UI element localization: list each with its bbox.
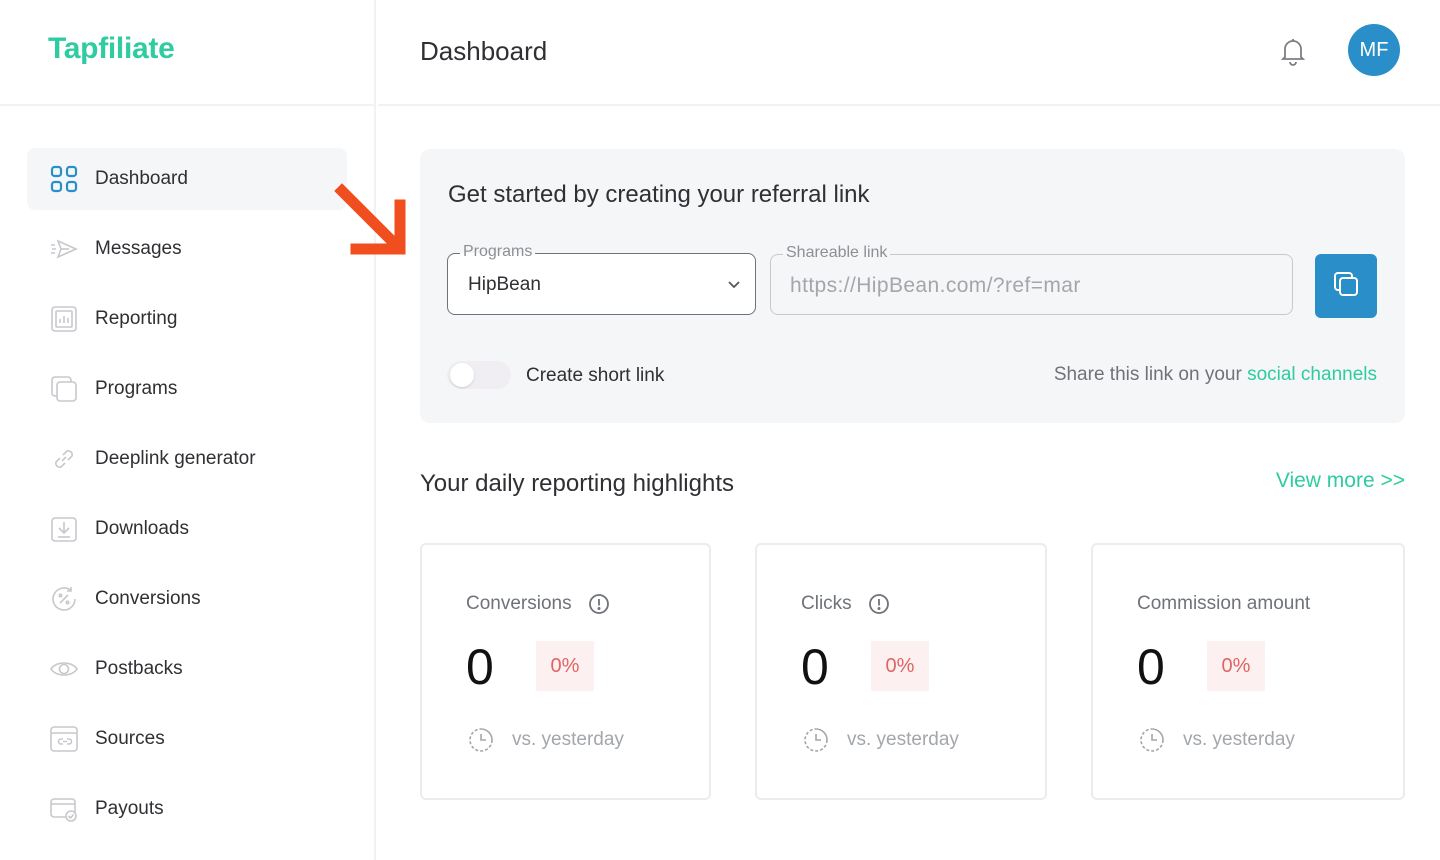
arrow-annotation-icon	[334, 183, 410, 259]
metric-label: Conversions	[466, 593, 610, 615]
metric-value: 0	[466, 639, 494, 695]
chevron-down-icon	[727, 277, 741, 291]
copy-link-button[interactable]	[1315, 254, 1377, 318]
grid-icon	[49, 164, 79, 194]
metric-comparison-text: vs. yesterday	[512, 729, 624, 750]
metric-value: 0	[1137, 639, 1165, 695]
share-hint-text: Share this link on your	[1053, 364, 1248, 385]
stacked-pages-icon	[49, 374, 79, 404]
toggle-knob	[450, 363, 474, 387]
bell-icon[interactable]	[1278, 36, 1308, 66]
sidebar-item-label: Postbacks	[95, 658, 183, 679]
metric-delta-badge: 0%	[536, 641, 594, 691]
sidebar-item-label: Programs	[95, 378, 178, 399]
metric-delta-badge: 0%	[871, 641, 929, 691]
info-icon[interactable]	[588, 593, 610, 615]
metric-card-conversions: Conversions 0 0% vs. yesterday	[420, 543, 711, 800]
programs-select[interactable]: Programs HipBean	[447, 243, 756, 315]
metric-comparison-text: vs. yesterday	[847, 729, 959, 750]
short-link-label: Create short link	[526, 365, 665, 386]
metric-label-text: Conversions	[466, 593, 572, 614]
metric-label-text: Commission amount	[1137, 593, 1311, 614]
browser-link-icon	[49, 724, 79, 754]
bar-chart-icon	[49, 304, 79, 334]
shareable-link-field[interactable]: Shareable link https://HipBean.com/?ref=…	[770, 244, 1293, 315]
shareable-link-value: https://HipBean.com/?ref=mar	[790, 274, 1081, 297]
referral-card-title: Get started by creating your referral li…	[448, 181, 870, 208]
sidebar-item-postbacks[interactable]: Postbacks	[27, 638, 347, 700]
metric-value: 0	[801, 639, 829, 695]
copy-icon	[1331, 269, 1361, 304]
sidebar-item-payouts[interactable]: Payouts	[27, 778, 347, 840]
metric-label: Clicks	[801, 593, 890, 615]
programs-selected-value: HipBean	[468, 274, 541, 295]
sidebar-item-sources[interactable]: Sources	[27, 708, 347, 770]
sidebar-item-label: Payouts	[95, 798, 164, 819]
sidebar-item-label: Downloads	[95, 518, 189, 539]
download-icon	[49, 514, 79, 544]
metric-comparison: vs. yesterday	[1137, 725, 1295, 755]
brand-logo[interactable]: Tapfiliate	[48, 32, 175, 66]
metric-delta-badge: 0%	[1207, 641, 1265, 691]
clock-icon	[1137, 725, 1167, 755]
shareable-link-legend: Shareable link	[783, 244, 891, 262]
sidebar-item-label: Conversions	[95, 588, 201, 609]
share-hint: Share this link on your social channels	[1054, 364, 1377, 386]
sidebar-item-dashboard[interactable]: Dashboard	[27, 148, 347, 210]
metric-label: Commission amount	[1137, 593, 1310, 615]
sidebar-item-deeplink-generator[interactable]: Deeplink generator	[27, 428, 347, 490]
clock-icon	[466, 725, 496, 755]
info-icon[interactable]	[868, 593, 890, 615]
sidebar: Tapfiliate Dashboard Messages Reporting …	[0, 0, 376, 860]
sidebar-nav: Dashboard Messages Reporting Programs De…	[27, 148, 347, 848]
clock-icon	[801, 725, 831, 755]
social-channels-link[interactable]: social channels	[1247, 364, 1377, 385]
page-title: Dashboard	[420, 36, 548, 66]
sidebar-item-label: Deeplink generator	[95, 448, 256, 469]
programs-legend: Programs	[460, 243, 536, 261]
highlights-title: Your daily reporting highlights	[420, 470, 734, 497]
sidebar-item-label: Reporting	[95, 308, 178, 329]
sidebar-item-messages[interactable]: Messages	[27, 218, 347, 280]
top-header: Dashboard MF	[378, 0, 1440, 106]
view-more-link[interactable]: View more >>	[1276, 469, 1405, 493]
paper-plane-icon	[49, 234, 79, 264]
sidebar-item-label: Messages	[95, 238, 182, 259]
short-link-toggle[interactable]	[447, 361, 511, 389]
metric-label-text: Clicks	[801, 593, 852, 614]
metric-card-clicks: Clicks 0 0% vs. yesterday	[755, 543, 1047, 800]
sidebar-item-label: Sources	[95, 728, 165, 749]
eye-icon	[49, 654, 79, 684]
avatar[interactable]: MF	[1348, 24, 1400, 76]
metric-card-commission-amount: Commission amount 0 0% vs. yesterday	[1091, 543, 1405, 800]
sidebar-divider	[0, 104, 376, 106]
sidebar-item-reporting[interactable]: Reporting	[27, 288, 347, 350]
metric-comparison: vs. yesterday	[466, 725, 624, 755]
referral-link-card: Get started by creating your referral li…	[420, 149, 1405, 423]
percent-icon	[49, 584, 79, 614]
sidebar-item-downloads[interactable]: Downloads	[27, 498, 347, 560]
sidebar-item-label: Dashboard	[95, 168, 188, 189]
sidebar-item-programs[interactable]: Programs	[27, 358, 347, 420]
wallet-check-icon	[49, 794, 79, 824]
metric-comparison: vs. yesterday	[801, 725, 959, 755]
sidebar-item-conversions[interactable]: Conversions	[27, 568, 347, 630]
link-icon	[49, 444, 79, 474]
metric-comparison-text: vs. yesterday	[1183, 729, 1295, 750]
